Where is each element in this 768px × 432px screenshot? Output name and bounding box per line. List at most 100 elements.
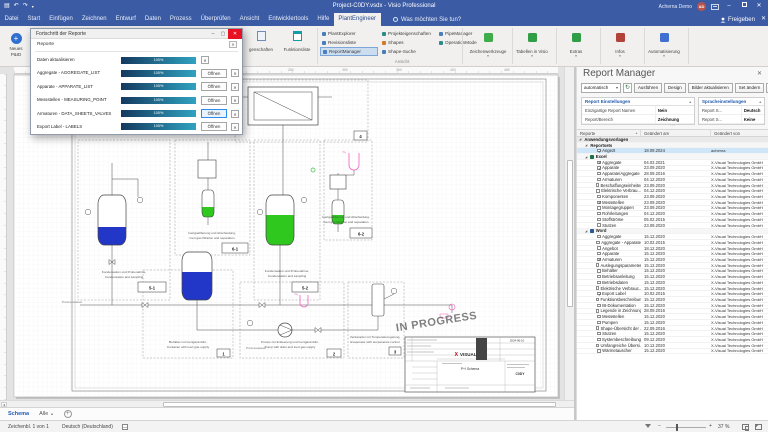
tell-me-box[interactable]: Was möchten Sie tun? [393, 13, 461, 26]
expander-icon[interactable]: ◢ [585, 143, 589, 147]
undo-icon[interactable]: ↶ [14, 0, 19, 13]
panel-close-icon[interactable]: ✕ [757, 70, 762, 77]
new-pid-button[interactable]: + Neues P&ID [3, 28, 29, 65]
report-checkbox[interactable] [597, 171, 601, 176]
ribbon-tab[interactable]: Start [23, 13, 45, 26]
column-geaendert-am[interactable]: Geändert am [641, 130, 711, 136]
panel-button[interactable]: Design [664, 83, 686, 93]
ribbon-big-button[interactable]: Zeichenwerkzeuge ▾ [466, 28, 510, 58]
expander-icon[interactable]: ◢ [579, 137, 583, 141]
table-row[interactable]: ◢ Wärmetauscher 15.12.2020 X-Visual Tech… [577, 348, 768, 355]
add-page-button[interactable]: + [63, 410, 72, 418]
evaporator-column[interactable] [371, 283, 385, 317]
close-button[interactable]: ✕ [754, 0, 764, 13]
ribbon-menu-item[interactable]: Projekteigenschaften [380, 29, 435, 38]
properties-button-partial[interactable]: genschaften [245, 29, 277, 52]
funktionsliste-button[interactable]: Funktionsliste [279, 29, 315, 52]
report-checkbox[interactable] [597, 194, 601, 199]
vertical-scroll-thumb[interactable] [566, 160, 573, 307]
heat-exchanger[interactable] [247, 86, 319, 126]
report-checkbox[interactable] [597, 177, 601, 182]
ribbon-tab[interactable]: Prozess [165, 13, 196, 26]
ribbon-big-button[interactable]: Extras ▾ [554, 28, 598, 58]
filter-unit[interactable] [197, 159, 217, 179]
report-checkbox[interactable] [597, 166, 602, 170]
setting-row[interactable]: Report S... Keine [699, 114, 764, 124]
dialog-section-close-icon[interactable]: ✕ [229, 41, 237, 48]
report-checkbox[interactable] [597, 234, 601, 239]
expander-icon[interactable]: ◢ [585, 155, 589, 159]
report-checkbox[interactable] [595, 297, 600, 302]
save-icon[interactable]: ▤ [4, 0, 10, 13]
language-label[interactable]: Deutsch (Deutschland) [62, 424, 113, 430]
zoom-out-button[interactable]: − [658, 423, 661, 429]
ribbon-big-button[interactable]: Infos ▾ [598, 28, 642, 58]
dialog-maximize-icon[interactable]: ▢ [218, 31, 228, 37]
ribbon-menu-item[interactable]: Shapes [380, 38, 435, 47]
report-checkbox[interactable] [597, 320, 601, 325]
ribbon-big-button[interactable]: Tabellen in Visio ▾ [510, 28, 554, 58]
report-checkbox[interactable] [597, 292, 602, 296]
open-report-button[interactable]: Öffnen [201, 95, 227, 105]
report-checkbox[interactable] [597, 332, 601, 336]
vertical-scrollbar[interactable] [564, 67, 574, 400]
report-checkbox[interactable] [597, 280, 601, 285]
ribbon-tab[interactable]: Entwurf [111, 13, 140, 26]
small-vessel[interactable] [201, 189, 215, 218]
cancel-report-icon[interactable]: ✕ [231, 122, 239, 131]
ribbon-tab[interactable]: Daten [140, 13, 165, 26]
title-block[interactable]: 2024-06-10 X VISUAL P+I Schema C0DY [404, 336, 536, 393]
zoom-slider-thumb[interactable] [676, 423, 678, 431]
settings-header[interactable]: Spracheinstellungen ▲ [699, 98, 764, 106]
panel-button[interactable]: Set ändern [734, 83, 765, 93]
fit-width-icon[interactable] [645, 424, 651, 428]
report-checkbox[interactable] [597, 160, 602, 165]
report-checkbox[interactable] [597, 246, 601, 250]
zoom-slider[interactable] [666, 426, 706, 428]
report-checkbox[interactable] [596, 189, 600, 193]
setting-row[interactable]: Report/Bereich Zeichnung [582, 114, 694, 124]
ribbon-menu-item[interactable]: PlantExplorer [320, 29, 378, 38]
ribbon-tab[interactable]: Ansicht [235, 13, 264, 26]
report-checkbox[interactable] [597, 252, 601, 256]
user-name[interactable]: Acherna Demo [659, 4, 692, 10]
cancel-report-icon[interactable]: ✕ [231, 82, 239, 91]
report-checkbox[interactable] [595, 343, 600, 347]
open-report-button[interactable]: Öffnen [201, 122, 227, 132]
report-checkbox[interactable] [595, 263, 600, 267]
report-checkbox[interactable] [597, 217, 601, 222]
ribbon-tab[interactable]: Überprüfen [196, 13, 235, 26]
macro-record-icon[interactable] [122, 424, 128, 430]
filter-unit[interactable] [329, 174, 347, 190]
vessel-left[interactable] [97, 194, 127, 246]
cancel-report-icon[interactable]: ✕ [231, 96, 239, 105]
vessel-right[interactable] [265, 194, 295, 246]
share-button[interactable]: Freigeben [720, 17, 755, 23]
dialog-minimize-icon[interactable]: – [208, 31, 218, 37]
minimize-button[interactable]: – [724, 0, 734, 13]
dialog-close-button[interactable]: ✕ [228, 28, 242, 39]
report-checkbox[interactable] [597, 257, 602, 262]
report-checkbox[interactable] [596, 240, 600, 244]
mode-dropdown[interactable]: automatisch ▾ [581, 83, 621, 93]
vessel-center[interactable] [181, 251, 213, 301]
redo-icon[interactable]: ↷ [23, 0, 28, 13]
zoom-level[interactable]: 37 % [718, 424, 729, 430]
ribbon-big-button[interactable]: Automatisierung ▾ [642, 28, 686, 58]
avatar[interactable]: AD [697, 2, 706, 11]
settings-header[interactable]: Report Einstellungen ▲ [582, 98, 694, 106]
refresh-button[interactable]: ↻ [623, 83, 632, 93]
ribbon-tab[interactable]: Entwicklertools [264, 13, 313, 26]
report-checkbox[interactable] [597, 149, 602, 153]
open-report-button[interactable]: Öffnen [201, 68, 227, 78]
report-checkbox[interactable] [595, 183, 600, 187]
panel-button[interactable]: Bilder aktualisieren [687, 83, 733, 93]
report-checkbox[interactable] [597, 274, 601, 279]
open-report-button[interactable]: Öffnen [201, 109, 227, 119]
report-checkbox[interactable] [597, 223, 601, 227]
zoom-in-button[interactable]: + [709, 423, 712, 429]
ribbon-tab[interactable]: PlantEngineer [333, 13, 381, 26]
panel-button[interactable]: Ausführen [634, 83, 663, 93]
splitter-handle[interactable]: ⋯ [577, 124, 768, 129]
report-checkbox[interactable] [597, 314, 601, 319]
